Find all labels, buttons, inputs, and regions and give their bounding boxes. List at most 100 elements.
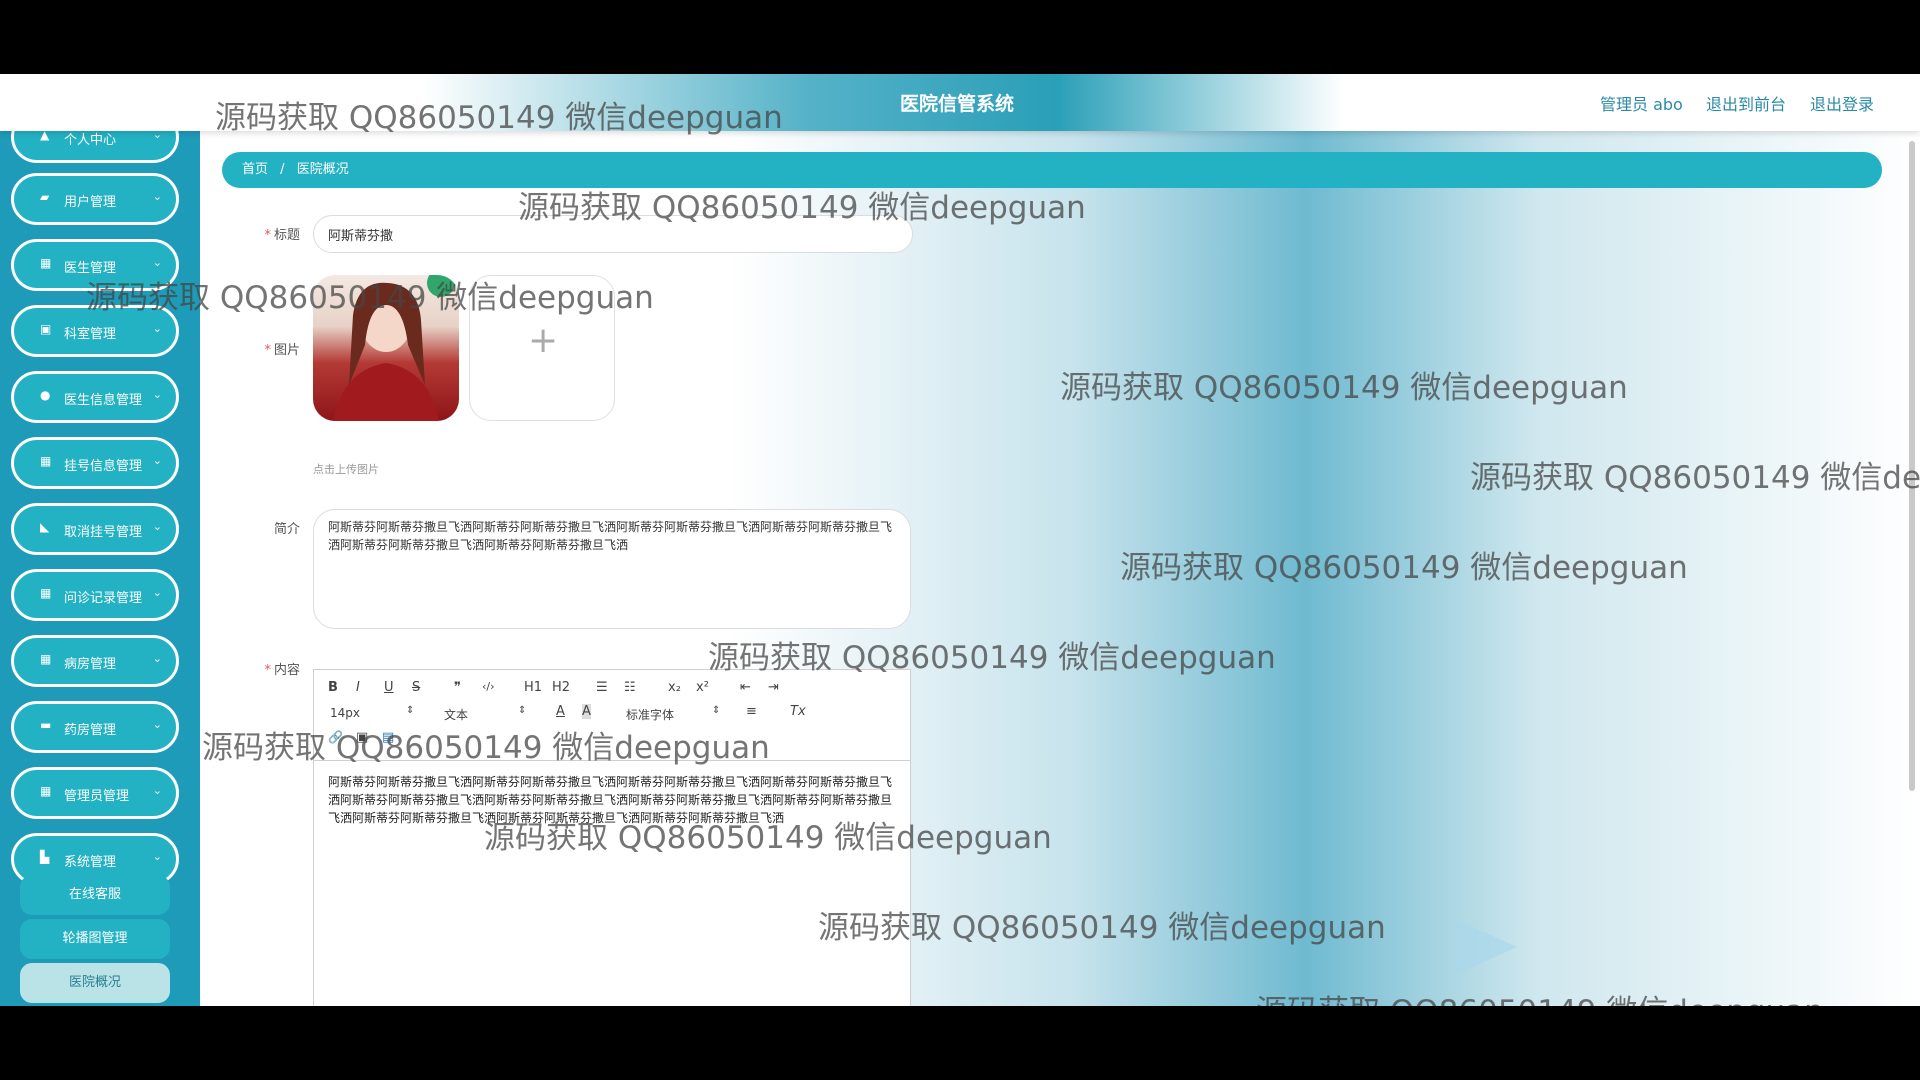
page-scrollbar[interactable] <box>1907 131 1917 1006</box>
user-group-icon: ▰ <box>40 190 50 204</box>
h2-button[interactable]: H2 <box>552 680 570 695</box>
logout-link[interactable]: 退出登录 <box>1810 91 1874 115</box>
background-color-button[interactable]: A <box>582 704 591 719</box>
chevron-down-icon: ⌄ <box>152 454 162 467</box>
italic-button[interactable]: I <box>356 680 360 695</box>
sidebar-subitem-online-service[interactable]: 在线客服 <box>20 875 170 915</box>
sidebar-item-registration[interactable]: ▦ 挂号信息管理 ⌄ <box>11 437 179 489</box>
code-button[interactable]: ‹/› <box>482 680 495 693</box>
car-icon: ▬ <box>40 718 52 732</box>
font-color-button[interactable]: A <box>556 704 565 719</box>
sidebar-item-doctor-info[interactable]: ● 医生信息管理 ⌄ <box>11 371 179 423</box>
chevron-down-icon: ⌄ <box>152 850 162 863</box>
sidebar-item-label: 科室管理 <box>64 327 117 342</box>
user-icon: ▲ <box>40 131 50 142</box>
grid-icon: ▦ <box>40 586 52 600</box>
grid-icon: ▦ <box>40 454 52 468</box>
to-front-link[interactable]: 退出到前台 <box>1706 91 1786 115</box>
chevron-down-icon: ⌄ <box>152 784 162 797</box>
sidebar-item-pharmacy[interactable]: ▬ 药房管理 ⌄ <box>11 701 179 753</box>
select-arrows-icon: ⇕ <box>518 705 527 716</box>
chevron-down-icon: ⌄ <box>152 256 162 269</box>
text-type-select[interactable]: 文本 <box>444 706 468 723</box>
sidebar-item-admins[interactable]: ▦ 管理员管理 ⌄ <box>11 767 179 819</box>
sidebar-item-label: 医生管理 <box>64 261 117 276</box>
title-input[interactable] <box>313 215 913 253</box>
breadcrumb-home[interactable]: 首页 <box>242 162 268 177</box>
underline-button[interactable]: U <box>384 680 394 695</box>
sidebar-subitem-carousel[interactable]: 轮播图管理 <box>20 919 170 959</box>
editor-content[interactable]: 阿斯蒂芬阿斯蒂芬撒旦飞洒阿斯蒂芬阿斯蒂芬撒旦飞洒阿斯蒂芬阿斯蒂芬撒旦飞洒阿斯蒂芬… <box>314 761 910 839</box>
thumb-icon: ◣ <box>40 520 50 534</box>
breadcrumb-current: 医院概况 <box>296 162 349 177</box>
sidebar-item-users[interactable]: ▰ 用户管理 ⌄ <box>11 173 179 225</box>
uploaded-image-thumbnail[interactable] <box>313 275 459 421</box>
watermark-text: 源码获取 QQ86050149 微信deepguan <box>1470 460 1920 496</box>
plus-icon: + <box>528 320 559 361</box>
sidebar-item-label: 用户管理 <box>64 195 117 210</box>
portrait-image-icon <box>333 275 455 421</box>
breadcrumb-separator: / <box>280 162 285 177</box>
font-family-select[interactable]: 标准字体 <box>626 706 674 723</box>
font-size-select[interactable]: 14px <box>330 706 360 720</box>
title-label: * 标题 <box>264 228 300 243</box>
sidebar-item-label: 管理员管理 <box>64 789 130 804</box>
top-bar: 医院信管系统 管理员 abo 退出到前台 退出登录 <box>0 74 1920 131</box>
building-icon: ▙ <box>40 850 50 864</box>
sidebar-item-cancel-registration[interactable]: ◣ 取消挂号管理 ⌄ <box>11 503 179 555</box>
image-icon[interactable]: ▣ <box>356 730 368 745</box>
watermark-text: 源码获取 QQ86050149 微信deepguan <box>1120 550 1688 586</box>
sidebar-item-label: 问诊记录管理 <box>64 591 143 606</box>
sidebar-item-wards[interactable]: ▦ 病房管理 ⌄ <box>11 635 179 687</box>
image-label: * 图片 <box>264 343 300 358</box>
ordered-list-button[interactable]: ☰ <box>596 680 608 695</box>
sidebar-item-label: 系统管理 <box>64 855 117 870</box>
sidebar-item-label: 挂号信息管理 <box>64 459 143 474</box>
chevron-down-icon: ⌄ <box>152 652 162 665</box>
strike-button[interactable]: S <box>412 680 420 695</box>
user-label: 管理员 abo <box>1600 95 1683 114</box>
sidebar-item-departments[interactable]: ▣ 科室管理 ⌄ <box>11 305 179 357</box>
sidebar-item-label: 病房管理 <box>64 657 117 672</box>
intro-label: 简介 <box>273 522 300 537</box>
sidebar-item-consultation-records[interactable]: ▦ 问诊记录管理 ⌄ <box>11 569 179 621</box>
rich-text-editor: B I U S ❞ ‹/› H1 H2 ☰ ☷ x₂ x² ⇤ ⇥ 14px ⇕… <box>313 669 911 1006</box>
video-icon[interactable]: ▤ <box>382 730 394 745</box>
intro-textarea[interactable]: 阿斯蒂芬阿斯蒂芬撒旦飞洒阿斯蒂芬阿斯蒂芬撒旦飞洒阿斯蒂芬阿斯蒂芬撒旦飞洒阿斯蒂芬… <box>313 509 911 629</box>
sidebar-subitem-hospital-overview[interactable]: 医院概况 <box>20 963 170 1003</box>
app-frame: 医院信管系统 管理员 abo 退出到前台 退出登录 ▲ 个人中心 ⌄ ▰ 用户管… <box>0 74 1920 1006</box>
select-arrows-icon: ⇕ <box>406 705 415 716</box>
scrollbar-thumb[interactable] <box>1909 141 1915 791</box>
bullet-list-button[interactable]: ☷ <box>624 680 636 695</box>
grid-icon: ▦ <box>40 256 52 270</box>
superscript-button[interactable]: x² <box>696 680 709 695</box>
chevron-down-icon: ⌄ <box>152 718 162 731</box>
h1-button[interactable]: H1 <box>524 680 542 695</box>
indent-button[interactable]: ⇥ <box>768 680 779 695</box>
watermark-text: 源码获取 QQ86050149 微信deepguan <box>1060 370 1628 406</box>
app-title: 医院信管系统 <box>900 94 1015 115</box>
play-logo-icon <box>1455 919 1517 975</box>
upload-hint: 点击上传图片 <box>313 463 379 476</box>
bold-button[interactable]: B <box>328 680 338 695</box>
sidebar-item-label: 药房管理 <box>64 723 117 738</box>
align-button[interactable]: ≡ <box>746 704 757 719</box>
quote-button[interactable]: ❞ <box>454 680 461 695</box>
sidebar-item-label: 医生信息管理 <box>64 393 143 408</box>
chevron-down-icon: ⌄ <box>152 190 162 203</box>
sidebar-item-personal-center[interactable]: ▲ 个人中心 ⌄ <box>11 131 179 163</box>
clear-format-button[interactable]: Tx <box>790 704 806 719</box>
subscript-button[interactable]: x₂ <box>668 680 681 695</box>
chevron-down-icon: ⌄ <box>152 322 162 335</box>
chevron-down-icon: ⌄ <box>152 388 162 401</box>
grid-icon: ▦ <box>40 652 52 666</box>
image-upload-button[interactable]: + <box>469 275 615 421</box>
sidebar-item-doctors[interactable]: ▦ 医生管理 ⌄ <box>11 239 179 291</box>
clipboard-icon: ▣ <box>40 322 52 336</box>
editor-toolbar: B I U S ❞ ‹/› H1 H2 ☰ ☷ x₂ x² ⇤ ⇥ 14px ⇕… <box>314 670 910 761</box>
outdent-button[interactable]: ⇤ <box>740 680 751 695</box>
content-label: * 内容 <box>264 663 300 678</box>
link-icon[interactable]: 🔗 <box>328 730 343 744</box>
chevron-down-icon: ⌄ <box>152 520 162 533</box>
sidebar-item-label: 取消挂号管理 <box>64 525 143 540</box>
